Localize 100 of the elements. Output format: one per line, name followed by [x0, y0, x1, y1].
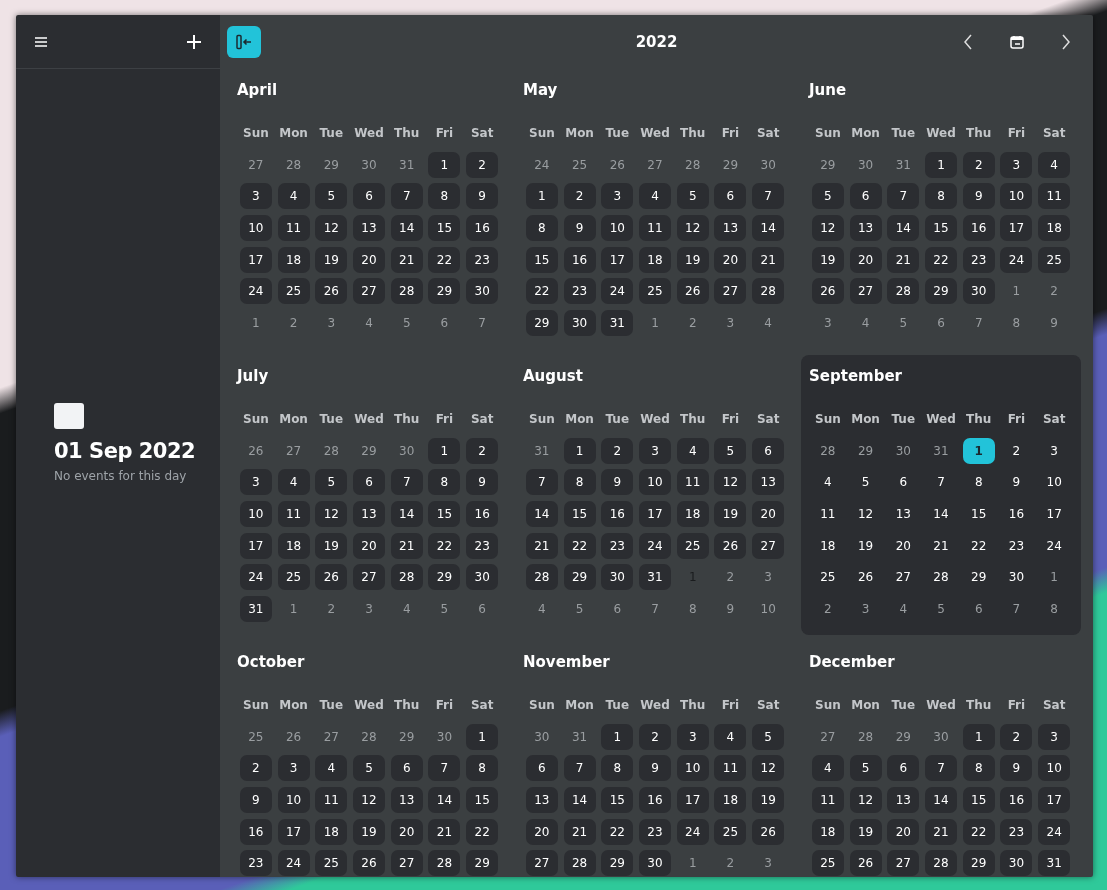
day-cell[interactable]: 28: [752, 278, 785, 305]
day-cell[interactable]: 26: [315, 278, 348, 305]
day-cell[interactable]: 22: [563, 532, 596, 559]
day-cell[interactable]: 10: [1038, 469, 1071, 496]
day-cell[interactable]: 25: [1038, 246, 1071, 273]
day-cell[interactable]: 5: [315, 183, 348, 210]
day-cell[interactable]: 5: [390, 309, 423, 336]
day-cell[interactable]: 29: [428, 564, 461, 591]
day-cell[interactable]: 4: [811, 755, 844, 782]
day-cell[interactable]: 27: [239, 151, 272, 178]
day-cell[interactable]: 29: [849, 437, 882, 464]
day-cell[interactable]: 2: [277, 309, 310, 336]
day-cell[interactable]: 1: [601, 723, 634, 750]
day-cell[interactable]: 11: [1038, 183, 1071, 210]
day-cell[interactable]: 11: [315, 787, 348, 813]
day-cell[interactable]: 21: [525, 532, 558, 559]
day-cell[interactable]: 26: [849, 850, 882, 877]
day-cell[interactable]: 27: [390, 850, 423, 877]
day-cell[interactable]: 12: [714, 469, 747, 496]
day-cell[interactable]: 12: [676, 215, 709, 241]
day-cell[interactable]: 1: [962, 723, 995, 750]
day-cell[interactable]: 8: [962, 469, 995, 496]
day-cell[interactable]: 9: [466, 183, 499, 210]
day-cell[interactable]: 25: [639, 278, 671, 305]
day-cell[interactable]: 16: [563, 246, 596, 273]
day-cell[interactable]: 20: [390, 818, 423, 845]
day-cell[interactable]: 6: [887, 469, 920, 496]
day-cell[interactable]: 13: [353, 215, 385, 241]
day-cell[interactable]: 22: [601, 818, 634, 845]
day-cell[interactable]: 31: [525, 437, 558, 464]
day-cell[interactable]: 30: [466, 564, 499, 591]
day-cell[interactable]: 4: [887, 595, 920, 622]
day-cell[interactable]: 3: [1038, 723, 1071, 750]
day-cell[interactable]: 3: [849, 595, 882, 622]
day-cell[interactable]: 29: [962, 564, 995, 591]
day-cell[interactable]: 3: [811, 309, 844, 336]
day-cell[interactable]: 3: [1038, 437, 1071, 464]
day-cell[interactable]: 30: [752, 151, 785, 178]
day-cell[interactable]: 2: [601, 437, 634, 464]
day-cell[interactable]: 2: [1000, 723, 1033, 750]
day-cell[interactable]: 24: [239, 278, 272, 305]
day-cell[interactable]: 10: [639, 469, 671, 496]
day-cell[interactable]: 20: [752, 501, 785, 527]
day-cell[interactable]: 9: [639, 755, 671, 782]
day-cell[interactable]: 5: [811, 183, 844, 210]
day-cell[interactable]: 26: [601, 151, 634, 178]
day-cell[interactable]: 30: [466, 278, 499, 305]
day-cell[interactable]: 29: [390, 723, 423, 750]
day-cell[interactable]: 15: [962, 501, 995, 527]
day-cell[interactable]: 8: [925, 183, 957, 210]
day-cell[interactable]: 2: [1000, 437, 1033, 464]
day-cell[interactable]: 5: [676, 183, 709, 210]
day-cell[interactable]: 8: [466, 755, 499, 782]
day-cell[interactable]: 25: [811, 564, 844, 591]
day-cell[interactable]: 12: [752, 755, 785, 782]
day-cell[interactable]: 31: [563, 723, 596, 750]
day-cell[interactable]: 6: [601, 595, 634, 622]
day-cell[interactable]: 1: [1038, 564, 1071, 591]
day-cell[interactable]: 1: [428, 151, 461, 178]
day-cell[interactable]: 16: [962, 215, 995, 241]
day-cell[interactable]: 1: [1000, 278, 1033, 305]
day-cell[interactable]: 14: [428, 787, 461, 813]
day-cell[interactable]: 7: [925, 469, 957, 496]
day-cell[interactable]: 22: [962, 818, 995, 845]
day-cell[interactable]: 11: [277, 215, 310, 241]
day-cell[interactable]: 5: [714, 437, 747, 464]
day-cell[interactable]: 16: [601, 501, 634, 527]
day-cell[interactable]: 6: [925, 309, 957, 336]
day-cell[interactable]: 24: [1038, 818, 1071, 845]
day-cell[interactable]: 30: [639, 850, 671, 877]
day-cell[interactable]: 23: [639, 818, 671, 845]
day-cell[interactable]: 1: [676, 850, 709, 877]
day-cell[interactable]: 3: [676, 723, 709, 750]
day-cell[interactable]: 9: [239, 787, 272, 813]
day-cell[interactable]: 2: [714, 850, 747, 877]
day-cell[interactable]: 16: [1000, 501, 1033, 527]
day-cell[interactable]: 6: [752, 437, 785, 464]
day-cell[interactable]: 9: [1000, 755, 1033, 782]
day-cell[interactable]: 13: [752, 469, 785, 496]
day-cell[interactable]: 7: [525, 469, 558, 496]
day-cell[interactable]: 7: [466, 309, 499, 336]
day-cell[interactable]: 28: [563, 850, 596, 877]
day-cell[interactable]: 27: [353, 564, 385, 591]
day-cell[interactable]: 12: [315, 501, 348, 527]
day-cell[interactable]: 29: [428, 278, 461, 305]
day-cell[interactable]: 31: [1038, 850, 1071, 877]
day-cell[interactable]: 24: [277, 850, 310, 877]
day-cell[interactable]: 9: [1000, 469, 1033, 496]
day-cell[interactable]: 23: [239, 850, 272, 877]
day-cell[interactable]: 20: [887, 532, 920, 559]
day-cell[interactable]: 4: [849, 309, 882, 336]
day-cell[interactable]: 26: [849, 564, 882, 591]
day-cell[interactable]: 31: [887, 151, 920, 178]
day-cell[interactable]: 3: [639, 437, 671, 464]
day-cell[interactable]: 5: [428, 595, 461, 622]
day-cell[interactable]: 10: [239, 215, 272, 241]
day-cell[interactable]: 29: [925, 278, 957, 305]
day-cell[interactable]: 25: [676, 532, 709, 559]
day-cell[interactable]: 1: [466, 723, 499, 750]
day-cell[interactable]: 15: [428, 501, 461, 527]
